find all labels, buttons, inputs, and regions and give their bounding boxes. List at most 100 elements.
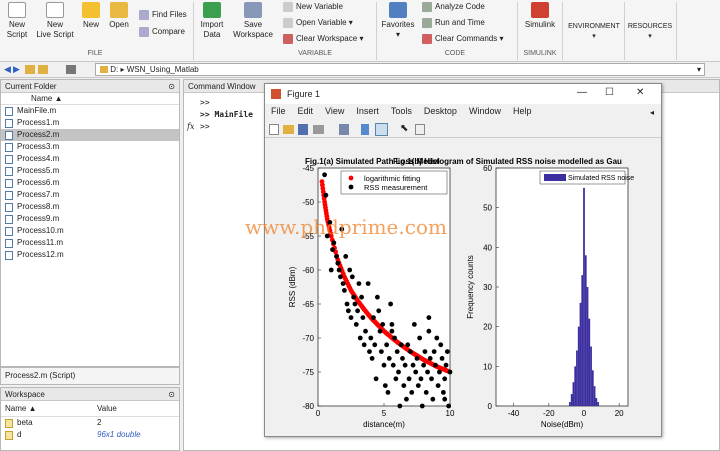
measurement-point	[426, 315, 432, 320]
file-item[interactable]: Process6.m	[1, 177, 179, 189]
simulink-button[interactable]: Simulink	[521, 2, 559, 30]
path-field[interactable]: D: ▸ WSN_Using_Matlab ▾	[95, 63, 705, 76]
new-figure-icon[interactable]	[269, 124, 279, 135]
separator	[193, 2, 194, 60]
column-header[interactable]: Name ▲	[1, 93, 179, 105]
file-item[interactable]: Process11.m	[1, 237, 179, 249]
y-tick-label-b: 40	[483, 243, 492, 252]
address-bar: ◀ ▶ D: ▸ WSN_Using_Matlab ▾	[0, 62, 720, 78]
menu-view[interactable]: View	[325, 106, 344, 116]
measurement-point	[404, 396, 409, 402]
file-item[interactable]: Process10.m	[1, 225, 179, 237]
folder-path-icon	[100, 66, 108, 74]
favorites-button[interactable]: Favorites ▾	[380, 2, 416, 40]
new-variable-button[interactable]: New Variable	[283, 1, 343, 13]
menu-tools[interactable]: Tools	[391, 106, 412, 116]
pointer-icon[interactable]: ⬉	[400, 123, 408, 134]
y-tick-label-a: -45	[302, 164, 314, 173]
find-files-button[interactable]: Find Files	[139, 9, 187, 21]
histogram-bar	[584, 255, 587, 406]
file-item[interactable]: Process7.m	[1, 189, 179, 201]
histogram-bar	[577, 326, 580, 406]
file-item[interactable]: Process3.m	[1, 141, 179, 153]
browse-folder-icon[interactable]	[38, 65, 48, 74]
menu-file[interactable]: File	[271, 106, 286, 116]
minimize-button[interactable]: —	[577, 87, 587, 98]
panel-menu-icon[interactable]: ⊙	[168, 80, 175, 93]
file-item[interactable]: Process5.m	[1, 165, 179, 177]
chart-title-b: Fig.1(b) Histogram of Simulated RSS nois…	[393, 157, 622, 166]
measurement-point	[393, 376, 399, 382]
file-item[interactable]: Process4.m	[1, 153, 179, 165]
command-prompt[interactable]: >>	[200, 122, 210, 131]
save-workspace-button[interactable]: Save Workspace	[231, 2, 275, 40]
menu-help[interactable]: Help	[513, 106, 532, 116]
m-file-icon	[5, 131, 13, 140]
separator	[517, 2, 518, 60]
file-item[interactable]: Process8.m	[1, 201, 179, 213]
measurement-point	[389, 328, 395, 334]
forward-arrow-icon[interactable]: ▶	[13, 64, 20, 75]
run-and-time-button[interactable]: Run and Time	[422, 17, 485, 29]
import-data-button[interactable]: Import Data	[197, 2, 227, 40]
menu-edit[interactable]: Edit	[298, 106, 314, 116]
panel-menu-icon[interactable]: ⊙	[168, 388, 175, 401]
figure-window[interactable]: Figure 1 — ☐ ✕ File Edit View Insert Tools De…	[264, 83, 662, 437]
back-arrow-icon[interactable]: ◀	[4, 64, 11, 75]
path-dropdown-icon[interactable]: ▾	[697, 64, 701, 76]
close-button[interactable]: ✕	[636, 87, 644, 98]
legend-icon[interactable]	[375, 123, 388, 136]
resources-menu[interactable]: RESOURCES ▾	[626, 22, 674, 42]
workspace-variable[interactable]: d 96x1 double	[1, 429, 179, 441]
file-item[interactable]: Process9.m	[1, 213, 179, 225]
measurement-point	[427, 356, 433, 361]
print-icon[interactable]	[313, 125, 324, 134]
file-item[interactable]: MainFile.m	[1, 105, 179, 117]
open-file-icon[interactable]	[283, 125, 294, 134]
legend-label-fit: logarithmic fitting	[364, 174, 420, 183]
menu-window[interactable]: Window	[469, 106, 501, 116]
measurement-point	[406, 376, 412, 382]
menu-insert[interactable]: Insert	[356, 106, 379, 116]
measurement-point	[360, 315, 366, 320]
maximize-button[interactable]: ☐	[605, 87, 614, 98]
new-button[interactable]: New	[80, 2, 102, 30]
file-item[interactable]: Process2.m	[1, 129, 179, 141]
measurement-point	[348, 315, 354, 320]
workspace-variable[interactable]: beta 2	[1, 417, 179, 429]
figure-title: Figure 1	[287, 89, 321, 99]
drive-label[interactable]: D:	[110, 65, 118, 74]
measurement-point	[369, 356, 375, 361]
colorbar-icon[interactable]	[361, 124, 369, 135]
save-figure-icon[interactable]	[298, 124, 308, 135]
menu-desktop[interactable]: Desktop	[424, 106, 457, 116]
open-variable-button[interactable]: Open Variable ▾	[283, 17, 353, 29]
compare-button[interactable]: Compare	[139, 26, 185, 38]
file-item[interactable]: Process1.m	[1, 117, 179, 129]
file-item[interactable]: Process12.m	[1, 249, 179, 261]
drive-icon	[66, 65, 76, 74]
y-tick-label-a: -75	[302, 368, 314, 377]
link-plot-icon[interactable]	[339, 124, 349, 135]
fx-icon[interactable]: fx	[187, 122, 194, 131]
clear-workspace-button[interactable]: Clear Workspace ▾	[283, 33, 363, 45]
clear-commands-button[interactable]: Clear Commands ▾	[422, 33, 504, 45]
analyze-icon	[422, 1, 432, 12]
measurement-point	[330, 247, 335, 252]
clear-commands-icon	[422, 33, 432, 44]
measurement-point	[392, 335, 397, 341]
environment-menu[interactable]: ENVIRONMENT ▾	[565, 22, 623, 42]
y-axis-label-b: Frequency counts	[466, 255, 475, 319]
menu-overflow-icon[interactable]: ◂	[650, 108, 654, 117]
open-button[interactable]: Open	[106, 2, 132, 30]
separator	[376, 2, 377, 60]
property-editor-icon[interactable]	[415, 124, 425, 135]
measurement-point	[371, 315, 376, 320]
analyze-code-button[interactable]: Analyze Code	[422, 1, 485, 13]
new-live-script-button[interactable]: New Live Script	[34, 2, 76, 40]
up-folder-icon[interactable]	[25, 65, 35, 74]
figure-titlebar[interactable]: Figure 1 — ☐ ✕	[265, 84, 661, 104]
folder-label[interactable]: WSN_Using_Matlab	[127, 65, 199, 74]
measurement-point	[441, 390, 446, 395]
new-script-button[interactable]: New Script	[3, 2, 31, 40]
